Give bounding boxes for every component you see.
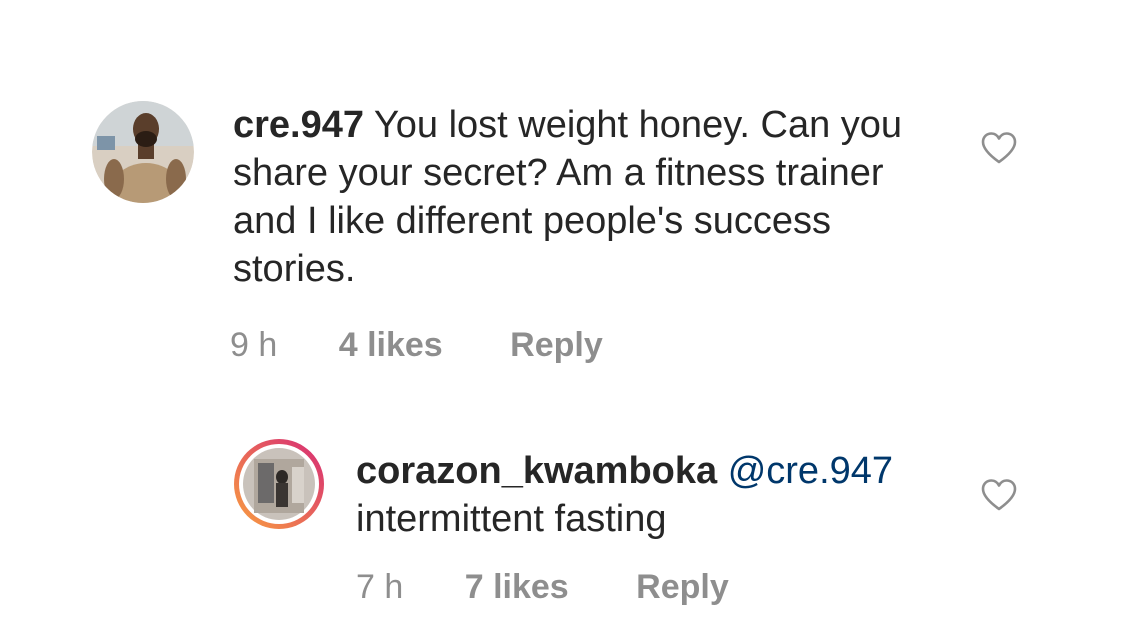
comment-meta: 7 h 7 likes Reply bbox=[356, 568, 729, 607]
heart-icon[interactable] bbox=[980, 131, 1018, 165]
comment-username[interactable]: cre.947 bbox=[233, 104, 364, 146]
comment-username[interactable]: corazon_kwamboka bbox=[356, 450, 717, 492]
avatar-photo bbox=[92, 101, 194, 203]
comment-meta: 9 h 4 likes Reply bbox=[230, 326, 603, 365]
comment-time: 7 h bbox=[356, 568, 404, 606]
comment-body: intermittent fasting bbox=[356, 498, 667, 540]
comment-time: 9 h bbox=[230, 326, 278, 364]
comment-text: corazon_kwamboka @cre.947 intermittent f… bbox=[356, 447, 976, 543]
reply-button[interactable]: Reply bbox=[510, 326, 603, 365]
comment-likes[interactable]: 4 likes bbox=[339, 326, 443, 365]
avatar-story-ring bbox=[234, 439, 324, 529]
comment-likes[interactable]: 7 likes bbox=[465, 568, 569, 607]
user-avatar[interactable] bbox=[92, 101, 194, 203]
comment-text: cre.947 You lost weight honey. Can you s… bbox=[233, 101, 953, 293]
comment-mention[interactable]: @cre.947 bbox=[728, 450, 893, 492]
heart-icon[interactable] bbox=[980, 478, 1018, 512]
user-avatar[interactable] bbox=[232, 437, 326, 531]
reply-button[interactable]: Reply bbox=[636, 568, 729, 607]
